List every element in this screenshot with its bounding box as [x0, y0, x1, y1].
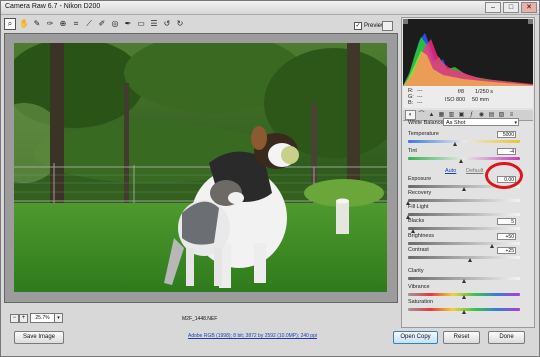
fill-light-label: Fill Light	[408, 204, 429, 210]
tint-label: Tint	[408, 148, 417, 154]
blacks-label: Blacks	[408, 218, 425, 224]
detail-tab-icon[interactable]: ▲	[427, 111, 436, 119]
white-balance-select[interactable]: As Shot ▾	[443, 118, 519, 126]
white-balance-label: White Balance:	[408, 120, 445, 126]
shadow-clipping-icon	[403, 19, 408, 24]
white-balance-value: As Shot	[446, 120, 466, 126]
preferences-icon[interactable]: ☰	[149, 19, 159, 29]
tint-value-field[interactable]: -4	[497, 148, 516, 155]
crop-icon[interactable]: ⌗	[71, 19, 81, 29]
save-image-button[interactable]: Save Image	[14, 331, 64, 344]
adjustment-brush-icon[interactable]: ✒	[123, 19, 133, 29]
zoom-dropdown-icon[interactable]: ▾	[54, 313, 63, 323]
exposure-label: Exposure	[408, 176, 432, 182]
workflow-options-link[interactable]: Adobe RGB (1998); 8 bit; 3872 by 2592 (1…	[188, 333, 317, 339]
tint-slider-handle[interactable]	[459, 159, 464, 163]
straighten-icon[interactable]: ⟋	[84, 19, 94, 29]
saturation-label: Saturation	[408, 299, 434, 305]
contrast-label: Contrast	[408, 247, 429, 253]
annotation-highlight-circle	[485, 162, 523, 189]
blacks-value-field[interactable]: 5	[497, 218, 516, 225]
preview-checkbox[interactable]: ✓	[354, 22, 362, 30]
histogram	[403, 19, 533, 86]
vibrance-label: Vibrance	[408, 284, 430, 290]
temperature-slider-handle[interactable]	[452, 142, 457, 146]
basic-tab-icon[interactable]: ◐	[405, 110, 416, 120]
focal-length: 50 mm	[472, 97, 489, 103]
dog-photo	[14, 43, 387, 292]
chevron-down-icon: ▾	[514, 120, 517, 126]
minimize-button[interactable]: –	[485, 2, 501, 13]
auto-link[interactable]: Auto	[445, 168, 456, 174]
saturation-slider-handle[interactable]	[461, 310, 466, 314]
tint-slider-track[interactable]	[408, 157, 520, 160]
recovery-slider-track[interactable]	[408, 199, 520, 202]
graduated-filter-icon[interactable]: ▭	[136, 19, 146, 29]
image-info: R: --- G: --- B: --- f/8 1/250 s ISO 800…	[403, 86, 533, 108]
zoom-level[interactable]: 25.7%	[30, 313, 55, 323]
full-screen-button[interactable]	[382, 21, 393, 31]
highlight-clipping-icon	[528, 19, 533, 24]
zoom-in-button[interactable]: +	[19, 314, 28, 323]
contrast-slider-handle[interactable]	[468, 258, 473, 262]
close-button[interactable]: ✕	[521, 2, 537, 13]
shutter-speed: 1/250 s	[475, 89, 494, 95]
default-link[interactable]: Default	[466, 168, 483, 174]
rotate-ccw-icon[interactable]: ↺	[162, 19, 172, 29]
color-sampler-icon[interactable]: ✑	[45, 19, 55, 29]
red-eye-icon[interactable]: ◎	[110, 19, 120, 29]
preview-toggle[interactable]: ✓ Preview	[354, 22, 385, 30]
iso: ISO 800	[445, 97, 466, 103]
reset-button[interactable]: Reset	[443, 331, 480, 344]
maximize-button[interactable]: □	[503, 2, 519, 13]
vibrance-slider-handle[interactable]	[461, 295, 466, 299]
contrast-slider-track[interactable]	[408, 256, 520, 259]
zoom-icon[interactable]: ⌕	[4, 18, 16, 30]
image-filename: M2F_1448.NEF	[182, 316, 218, 322]
temperature-value-field[interactable]: 5000	[497, 131, 516, 138]
window-controls: – □ ✕	[485, 2, 537, 13]
zoom-out-button[interactable]: −	[10, 314, 19, 323]
image-preview-area[interactable]	[4, 33, 398, 303]
recovery-label: Recovery	[408, 190, 432, 196]
temperature-slider-track[interactable]	[408, 140, 520, 143]
hand-icon[interactable]: ✋	[19, 19, 29, 29]
temperature-label: Temperature	[408, 131, 439, 137]
brightness-slider-track[interactable]	[408, 242, 520, 245]
clarity-slider-handle[interactable]	[461, 279, 466, 283]
title-bar: Camera Raw 6.7 - Nikon D200 – □ ✕	[1, 1, 539, 15]
fill-light-slider-track[interactable]	[408, 213, 520, 216]
brightness-value-field[interactable]: +50	[497, 233, 516, 240]
exposure-slider-handle[interactable]	[461, 187, 466, 191]
aperture: f/8	[458, 89, 465, 95]
targeted-adjustment-icon[interactable]: ⊕	[58, 19, 68, 29]
toolbar: ⌕ ✋ ✎ ✑ ⊕ ⌗ ⟋ ✐ ◎ ✒ ▭ ☰ ↺ ↻	[4, 17, 185, 31]
white-balance-icon[interactable]: ✎	[32, 19, 42, 29]
histogram-graph	[403, 19, 533, 86]
b-value: ---	[417, 100, 423, 106]
open-copy-button[interactable]: Open Copy	[393, 331, 438, 344]
blacks-slider-track[interactable]	[408, 227, 520, 230]
window-title: Camera Raw 6.7 - Nikon D200	[5, 3, 101, 10]
brightness-slider-handle[interactable]	[489, 244, 494, 248]
brightness-label: Brightness	[408, 233, 434, 239]
spot-removal-icon[interactable]: ✐	[97, 19, 107, 29]
tone-curve-tab-icon[interactable]: ⌒	[417, 111, 426, 119]
dog-photo-illustration	[14, 43, 387, 292]
contrast-value-field[interactable]: +25	[497, 247, 516, 254]
b-label: B:	[408, 100, 414, 106]
done-button[interactable]: Done	[488, 331, 525, 344]
clarity-label: Clarity	[408, 268, 424, 274]
rotate-cw-icon[interactable]: ↻	[175, 19, 185, 29]
